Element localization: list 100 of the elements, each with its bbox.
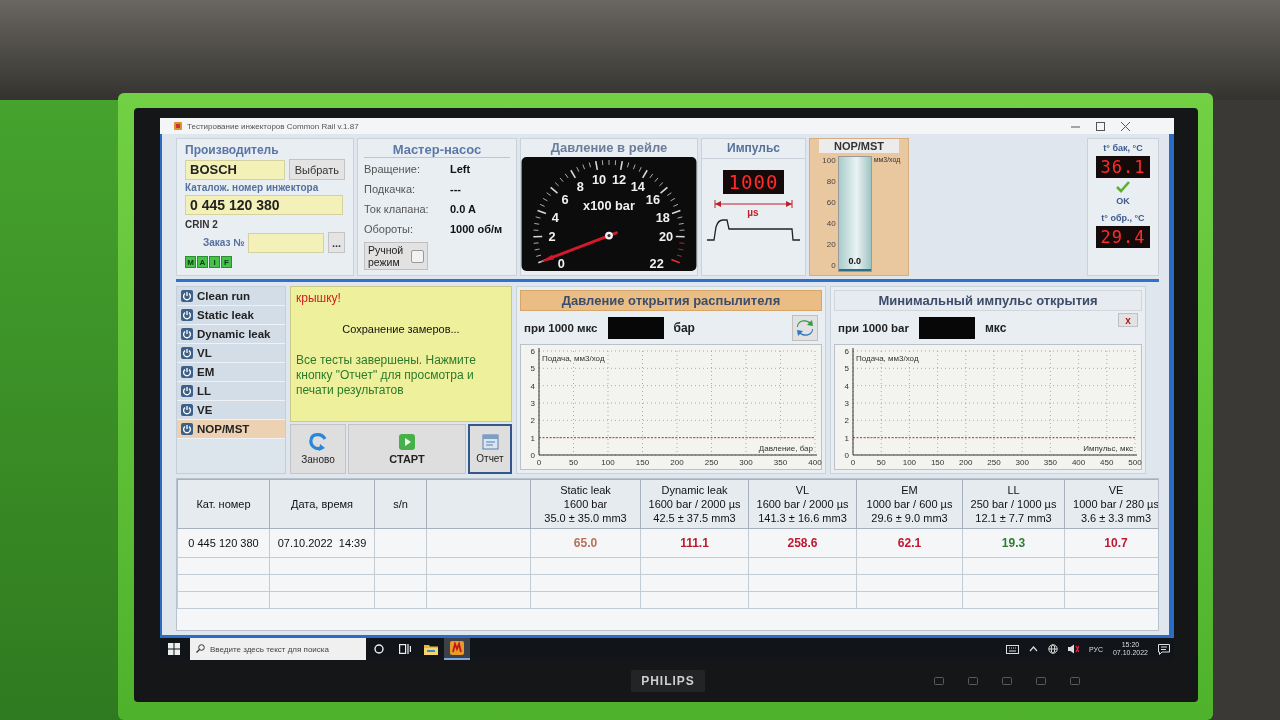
temperature-display: 29.4 (1095, 226, 1151, 248)
axis-title: Подача, мм3/ход (856, 354, 919, 363)
mode-indicator: A (197, 256, 208, 268)
unit-label: бар (673, 320, 695, 335)
condition-label: при 1000 bar (838, 321, 909, 334)
field-label: t° бак, °C (1103, 143, 1143, 153)
tick-label: 0 (536, 458, 542, 467)
tick-label: 150 (930, 458, 945, 467)
tick-label: 500 (1128, 458, 1142, 467)
tick-label: 0 (844, 451, 849, 460)
tick-label: 4 (530, 381, 535, 391)
tick-label: 450 (1100, 458, 1114, 467)
panel-title: NOP/MST (819, 139, 899, 153)
panel-title: Давление в рейле (550, 140, 668, 155)
status-message: Сохранение замеров... (341, 322, 461, 337)
column-header: EM 1000 bar / 600 µs 29.6 ± 9.0 mm3 (856, 479, 963, 529)
gauge-scale-label: 14 (630, 179, 645, 195)
pulse-display: 1000 (722, 170, 785, 194)
result-cell: 65.0 (530, 528, 641, 558)
tick-label: 250 (704, 458, 719, 467)
scale-label: 20 (826, 240, 836, 249)
tick-label: 50 (569, 458, 578, 467)
column-header: Кат. номер (177, 479, 270, 529)
mode-indicator: F (221, 256, 232, 268)
monitor-logo: PHILIPS (631, 670, 705, 692)
tick-label: 1 (530, 433, 535, 443)
pulse-width-unit: µs (747, 207, 759, 218)
status-message: крышку! (296, 291, 342, 306)
table-cell: 07.10.2022 14:39 (269, 528, 375, 558)
status-message: Все тесты завершены. Нажмите кнопку "Отчет" для просмотра и печати результатов (296, 353, 477, 398)
scale-label: 40 (826, 219, 836, 228)
column-header: Dynamic leak 1600 bar / 2000 µs 42.5 ± 37.5 mm3 (640, 479, 749, 529)
tick-label: 2 (844, 416, 849, 426)
field-label: Ток клапана: (364, 203, 430, 215)
gauge-scale-label: 2 (548, 229, 556, 245)
column-header: VE 1000 bar / 280 µs 3.6 ± 3.3 mm3 (1064, 479, 1158, 529)
scale-label: 100 (822, 156, 836, 165)
mode-indicator: I (209, 256, 220, 268)
gauge-scale-label: 16 (645, 192, 661, 208)
table-cell: 0 445 120 380 (177, 528, 270, 558)
meter-reading: 0.0 (847, 256, 862, 266)
gauge-scale-label: 0 (557, 255, 565, 271)
field-label: Заказ № (203, 237, 245, 248)
injector-type: CRIN 2 (185, 219, 219, 230)
gauge-scale-label: 12 (611, 172, 627, 188)
panel-title: Мастер-насос (364, 142, 510, 158)
gauge-scale-label: 8 (576, 179, 584, 195)
tick-label: 2 (530, 416, 535, 426)
tick-label: 100 (902, 458, 917, 467)
axis-title: Давление, бар (758, 444, 813, 453)
condition-label: при 1000 мкс (524, 321, 598, 334)
panel-title: Импульс (702, 141, 805, 159)
tick-label: 6 (530, 347, 535, 356)
gauge-scale-label: 10 (591, 172, 607, 188)
result-cell: 111.1 (640, 528, 749, 558)
field-value: 0.0 A (450, 203, 476, 215)
scale-label: 80 (826, 177, 836, 186)
result-cell: 62.1 (856, 528, 963, 558)
axis-title: Подача, мм3/ход (542, 354, 605, 363)
gauge-scale-label: 20 (658, 229, 674, 245)
tick-label: 5 (530, 364, 535, 374)
scale-label: 0 (831, 261, 836, 270)
column-header: LL 250 bar / 1000 µs 12.1 ± 7.7 mm3 (962, 479, 1065, 529)
panel-title: Производитель (185, 143, 280, 157)
tick-label: 3 (844, 399, 849, 408)
tick-label: 1 (844, 433, 849, 443)
tick-label: 300 (1015, 458, 1029, 467)
field-label: Подкачка: (364, 183, 417, 195)
field-label: Каталож. номер инжектора (185, 182, 320, 193)
tick-label: 250 (987, 458, 1001, 467)
window-title: Тестирование инжекторов Common Rail v.1.87 (187, 121, 359, 131)
column-header: VL 1600 bar / 2000 µs 141.3 ± 16.6 mm3 (748, 479, 857, 529)
column-header: Дата, время (269, 479, 375, 529)
gauge-scale-label: 22 (649, 255, 664, 271)
tick-label: 200 (670, 458, 684, 467)
tick-label: 0 (850, 458, 856, 467)
temperature-display: 36.1 (1095, 156, 1151, 178)
mode-indicator: M (185, 256, 196, 268)
axis-title: Импульс, мкс (1083, 444, 1133, 453)
result-cell: 258.6 (748, 528, 857, 558)
gauge-unit-label: x100 bar (583, 198, 635, 214)
tick-label: 150 (635, 458, 650, 467)
gauge-scale-label: 6 (561, 192, 569, 208)
tick-label: 3 (530, 399, 535, 408)
tick-label: 400 (1071, 458, 1086, 467)
field-value: Left (450, 163, 471, 175)
tick-label: 200 (959, 458, 973, 467)
tick-label: 300 (739, 458, 753, 467)
tick-label: 5 (844, 364, 849, 374)
tick-label: 350 (1043, 458, 1058, 467)
scale-label: 60 (826, 198, 836, 207)
column-header: s/n (374, 479, 427, 529)
tick-label: 400 (808, 458, 822, 467)
gauge-scale-label: 4 (551, 209, 559, 225)
column-header: Static leak 1600 bar 35.0 ± 35.0 mm3 (530, 479, 641, 529)
result-cell: 19.3 (962, 528, 1065, 558)
field-label: Обороты: (364, 223, 414, 235)
field-value: --- (450, 183, 461, 195)
unit-label: мкс (984, 320, 1007, 335)
gauge-scale-label: 18 (655, 209, 670, 225)
